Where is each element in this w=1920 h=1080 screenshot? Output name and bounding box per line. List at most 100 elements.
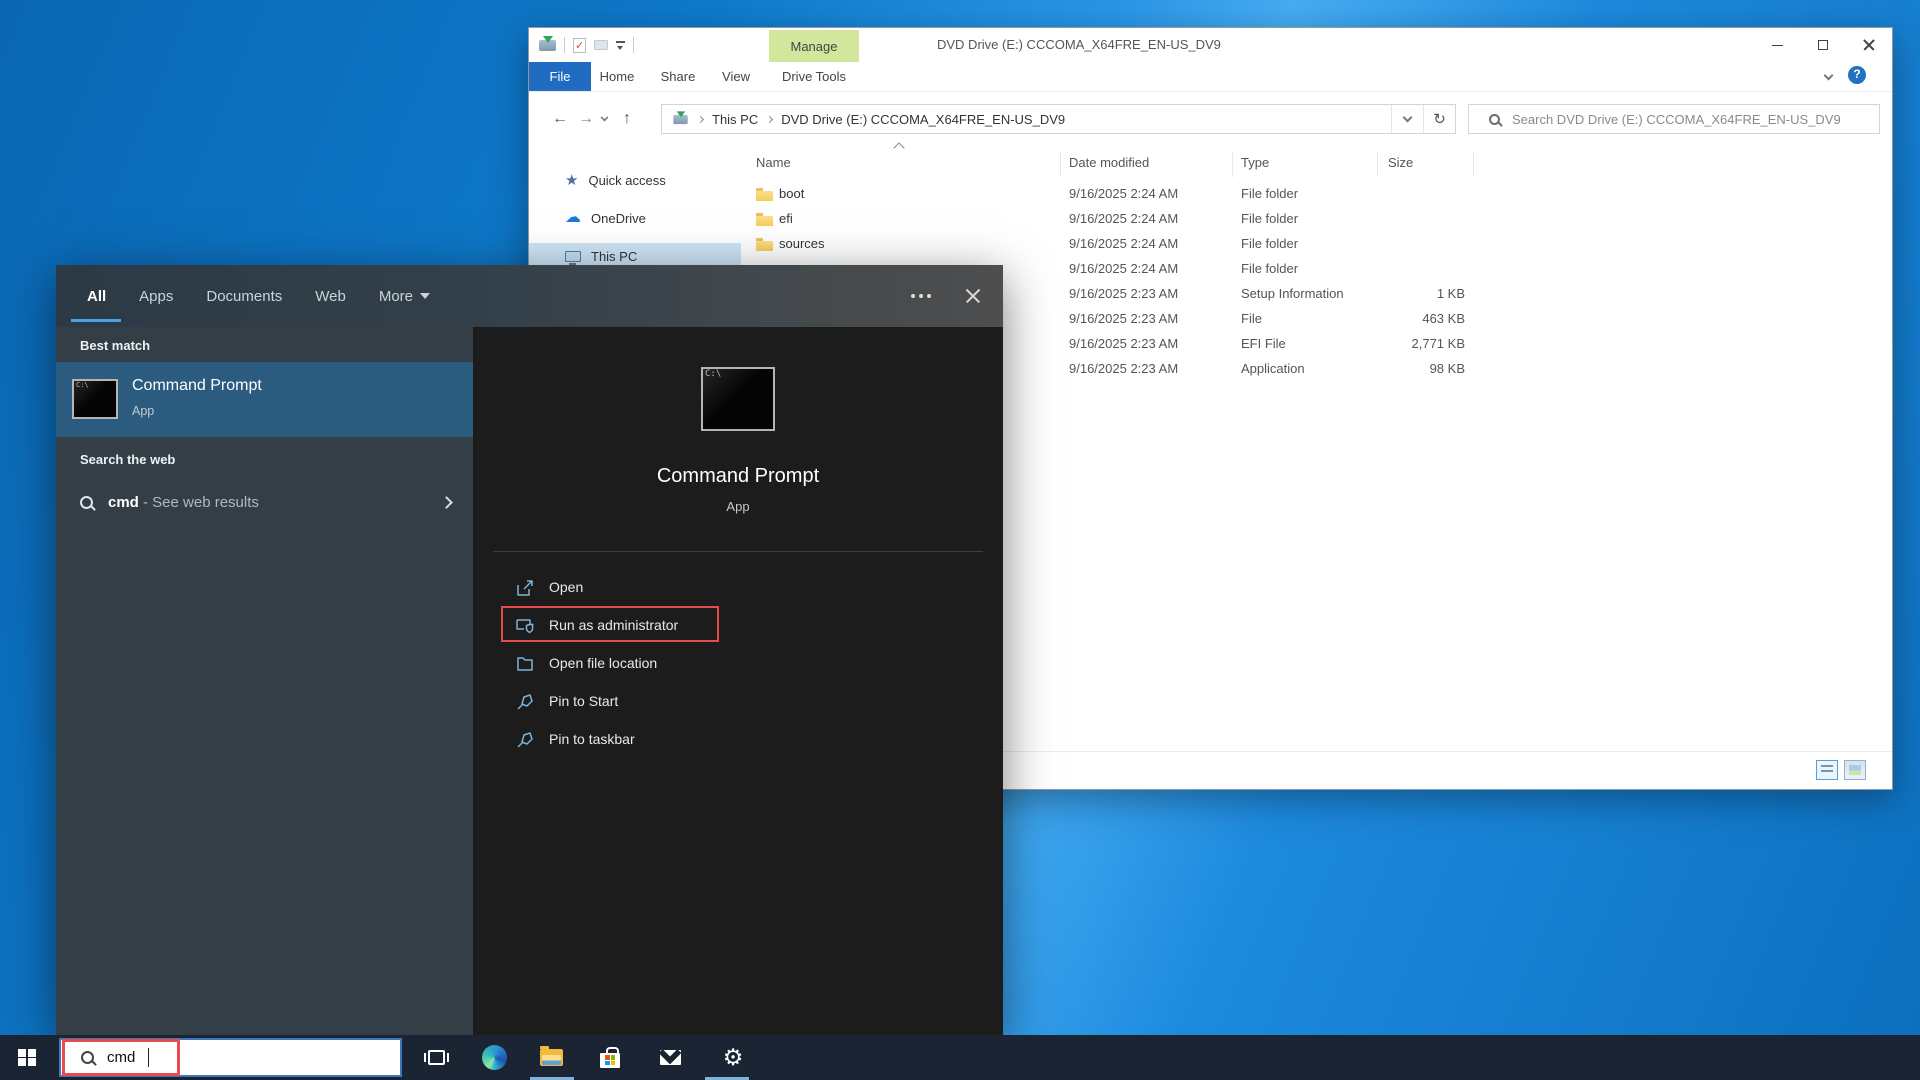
new-folder-icon[interactable] bbox=[594, 40, 608, 50]
start-search-panel: All Apps Documents Web More Best match C… bbox=[56, 265, 1003, 1035]
file-type: File bbox=[1233, 311, 1378, 326]
task-view-button[interactable] bbox=[418, 1035, 454, 1080]
chevron-right-icon bbox=[697, 115, 704, 122]
edge-button[interactable] bbox=[476, 1035, 512, 1080]
mail-button[interactable] bbox=[652, 1035, 688, 1080]
search-panel-header: All Apps Documents Web More bbox=[56, 265, 1003, 327]
minimize-button[interactable] bbox=[1754, 28, 1800, 62]
taskbar: cmd ⚙ bbox=[0, 1035, 1920, 1080]
folder-icon bbox=[756, 216, 773, 226]
store-icon bbox=[600, 1048, 620, 1068]
file-explorer-button[interactable] bbox=[533, 1035, 569, 1080]
monitor-icon bbox=[565, 251, 581, 262]
result-subtitle: App bbox=[132, 404, 154, 418]
file-explorer-icon bbox=[540, 1049, 563, 1066]
pin-icon bbox=[515, 730, 535, 750]
forward-button[interactable]: → bbox=[573, 110, 599, 128]
close-icon[interactable] bbox=[965, 288, 981, 304]
tab-documents[interactable]: Documents bbox=[206, 288, 282, 305]
maximize-button[interactable] bbox=[1800, 28, 1846, 62]
separator bbox=[564, 37, 565, 53]
table-row[interactable]: efi 9/16/2025 2:24 AM File folder bbox=[741, 206, 1474, 231]
manage-contextual-label: Manage bbox=[769, 30, 859, 62]
history-dropdown-icon[interactable] bbox=[601, 113, 609, 121]
title-bar: DVD Drive (E:) CCCOMA_X64FRE_EN-US_DV9 bbox=[529, 28, 1892, 62]
pin-icon bbox=[515, 692, 535, 712]
action-pin-to-start[interactable]: Pin to Start bbox=[473, 683, 1003, 721]
column-header-type[interactable]: Type bbox=[1233, 152, 1378, 177]
file-date: 9/16/2025 2:23 AM bbox=[1061, 361, 1233, 376]
web-result-text: cmd - See web results bbox=[108, 494, 259, 511]
breadcrumb-current[interactable]: DVD Drive (E:) CCCOMA_X64FRE_EN-US_DV9 bbox=[781, 112, 1065, 127]
column-header-name[interactable]: Name bbox=[741, 152, 1061, 177]
start-button[interactable] bbox=[0, 1035, 54, 1080]
breadcrumb[interactable]: This PC DVD Drive (E:) CCCOMA_X64FRE_EN-… bbox=[661, 104, 1456, 134]
settings-gear-icon: ⚙ bbox=[723, 1046, 744, 1069]
search-highlight-box bbox=[62, 1039, 180, 1076]
help-button[interactable] bbox=[1848, 66, 1866, 84]
tab-share[interactable]: Share bbox=[643, 62, 713, 91]
open-icon bbox=[515, 578, 535, 598]
file-size: 98 KB bbox=[1378, 361, 1474, 376]
table-row[interactable]: sources 9/16/2025 2:24 AM File folder bbox=[741, 231, 1474, 256]
folder-icon bbox=[756, 241, 773, 251]
preview-title: Command Prompt bbox=[473, 465, 1003, 488]
table-row[interactable]: boot 9/16/2025 2:24 AM File folder bbox=[741, 181, 1474, 206]
search-preview-pane: Command Prompt App Open Run as administr… bbox=[473, 327, 1003, 1035]
file-type: File folder bbox=[1233, 211, 1378, 226]
tab-file[interactable]: File bbox=[529, 62, 591, 91]
details-view-icon[interactable] bbox=[1816, 760, 1838, 780]
tab-apps[interactable]: Apps bbox=[139, 288, 173, 305]
store-button[interactable] bbox=[592, 1035, 628, 1080]
thumbnails-view-icon[interactable] bbox=[1844, 760, 1866, 780]
refresh-button[interactable]: ↻ bbox=[1423, 105, 1455, 133]
action-open[interactable]: Open bbox=[473, 569, 1003, 607]
tab-web[interactable]: Web bbox=[315, 288, 346, 305]
close-button[interactable] bbox=[1846, 28, 1892, 62]
search-tabs: All Apps Documents Web More bbox=[87, 265, 430, 327]
tab-drive-tools[interactable]: Drive Tools bbox=[769, 62, 859, 91]
sidebar-item-label: This PC bbox=[591, 249, 637, 264]
file-date: 9/16/2025 2:24 AM bbox=[1061, 236, 1233, 251]
action-pin-to-taskbar[interactable]: Pin to taskbar bbox=[473, 721, 1003, 759]
star-icon: ★ bbox=[565, 173, 578, 188]
properties-check-icon[interactable] bbox=[573, 38, 586, 53]
ellipsis-icon[interactable] bbox=[911, 294, 915, 298]
search-icon bbox=[1489, 114, 1500, 125]
file-date: 9/16/2025 2:24 AM bbox=[1061, 186, 1233, 201]
back-button[interactable]: ← bbox=[547, 110, 573, 128]
view-toggles bbox=[1816, 760, 1866, 780]
sidebar-item-quick-access[interactable]: ★ Quick access bbox=[529, 167, 741, 193]
address-bar: ← → ↑ This PC DVD Drive (E:) CCCOMA_X64F… bbox=[529, 98, 1892, 140]
window-controls bbox=[1754, 28, 1892, 62]
web-result-cmd[interactable]: cmd - See web results bbox=[56, 477, 473, 532]
tab-all[interactable]: All bbox=[87, 288, 106, 305]
qat-dropdown-icon[interactable] bbox=[616, 41, 625, 49]
action-open-file-location[interactable]: Open file location bbox=[473, 645, 1003, 683]
drive-icon bbox=[539, 40, 556, 51]
tab-more[interactable]: More bbox=[379, 288, 430, 305]
web-suffix: - See web results bbox=[139, 494, 259, 511]
search-placeholder: Search DVD Drive (E:) CCCOMA_X64FRE_EN-U… bbox=[1512, 112, 1841, 127]
search-web-label: Search the web bbox=[80, 452, 175, 467]
sidebar-item-onedrive[interactable]: ☁ OneDrive bbox=[529, 205, 741, 231]
column-header-date[interactable]: Date modified bbox=[1061, 152, 1233, 177]
column-header-size[interactable]: Size bbox=[1378, 152, 1474, 177]
preview-subtitle: App bbox=[473, 499, 1003, 514]
search-panel-actions bbox=[911, 265, 981, 327]
file-location-icon bbox=[515, 654, 535, 674]
web-query: cmd bbox=[108, 494, 139, 511]
tab-home[interactable]: Home bbox=[591, 62, 643, 91]
settings-button[interactable]: ⚙ bbox=[715, 1035, 751, 1080]
breadcrumb-root[interactable]: This PC bbox=[712, 112, 758, 127]
minimize-icon bbox=[1772, 45, 1783, 46]
file-date: 9/16/2025 2:23 AM bbox=[1061, 311, 1233, 326]
file-type: Application bbox=[1233, 361, 1378, 376]
result-command-prompt[interactable]: Command Prompt App bbox=[56, 362, 473, 437]
up-button[interactable]: ↑ bbox=[614, 110, 640, 128]
address-dropdown-button[interactable] bbox=[1391, 105, 1423, 133]
divider bbox=[493, 551, 983, 552]
explorer-search-input[interactable]: Search DVD Drive (E:) CCCOMA_X64FRE_EN-U… bbox=[1468, 104, 1880, 134]
tab-view[interactable]: View bbox=[713, 62, 759, 91]
search-results-pane: Best match Command Prompt App Search the… bbox=[56, 327, 473, 1035]
